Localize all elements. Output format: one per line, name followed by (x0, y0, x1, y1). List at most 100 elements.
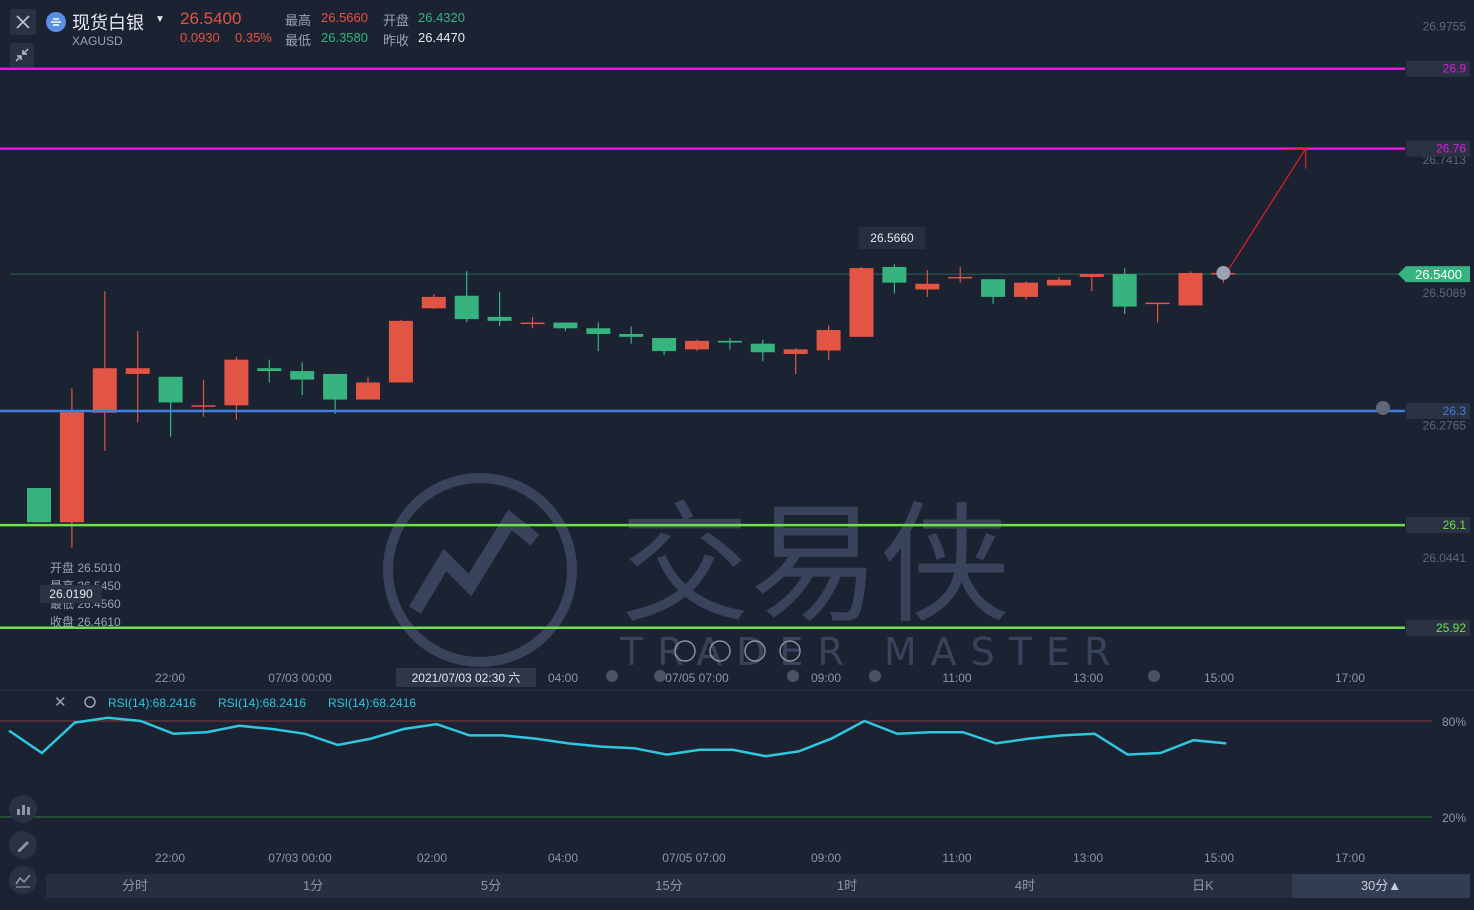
prev-close-value: 26.4470 (418, 30, 465, 45)
x-tick-label: 09:00 (811, 671, 841, 685)
collapse-button[interactable] (10, 43, 34, 67)
crosshair-time-label: 2021/07/03 02:30 六 (412, 671, 521, 685)
tab-fenshi[interactable]: 分时 (46, 874, 224, 898)
candle-body[interactable] (849, 268, 874, 337)
level-label: 25.92 (1436, 621, 1466, 635)
candle-body[interactable] (323, 373, 348, 400)
candle-body[interactable] (125, 368, 150, 374)
rsi-x-tick-label: 22:00 (155, 851, 185, 865)
price-change: 0.0930 (180, 30, 220, 45)
candle-body[interactable] (421, 296, 446, 309)
tab-15min[interactable]: 15分 (580, 874, 758, 898)
candle-body[interactable] (27, 488, 51, 523)
candle-body[interactable] (59, 412, 84, 523)
candle-body[interactable] (685, 340, 709, 350)
indicator-tool-button[interactable] (9, 795, 37, 823)
rsi-x-tick-label: 09:00 (811, 851, 841, 865)
max-price-label: 26.5660 (870, 231, 914, 245)
candle-body[interactable] (158, 376, 183, 403)
candle-body[interactable] (783, 349, 808, 354)
close-icon (16, 15, 30, 29)
rsi-x-tick-label: 02:00 (417, 851, 447, 865)
x-tick-label: 07/03 00:00 (268, 671, 332, 685)
silver-logo-icon (46, 12, 66, 32)
event-marker-dot[interactable] (606, 670, 618, 682)
candle-body[interactable] (92, 368, 117, 413)
rsi-level-label: 80% (1442, 715, 1466, 729)
candle-body[interactable] (1014, 282, 1038, 297)
candle-body[interactable] (1079, 274, 1104, 277)
candle-body[interactable] (1145, 302, 1170, 305)
symbol-name[interactable]: 现货白银 (72, 9, 144, 35)
level-label: 26.3 (1443, 404, 1467, 418)
hover-ohlc-row: 收盘 26.4610 (50, 614, 121, 629)
event-marker-dot[interactable] (787, 670, 799, 682)
crosshair-price-label: 26.0190 (49, 587, 93, 601)
bell-icon[interactable] (1376, 401, 1390, 415)
candle-body[interactable] (586, 328, 611, 334)
y-tick-label: 26.5089 (1423, 286, 1467, 300)
pencil-icon (18, 841, 29, 852)
candle-body[interactable] (257, 368, 282, 372)
candle-body[interactable] (356, 382, 380, 400)
tab-1hour[interactable]: 1时 (758, 874, 936, 898)
candle-body[interactable] (948, 276, 973, 279)
candle-body[interactable] (619, 333, 644, 337)
rsi-legend-label: RSI(14):68.2416 (218, 696, 306, 710)
x-tick-label: 13:00 (1073, 671, 1103, 685)
candle-body[interactable] (290, 371, 315, 380)
alert-info-icon[interactable] (1216, 265, 1231, 280)
tab-30min[interactable]: 30分▲ (1292, 874, 1470, 898)
candle-body[interactable] (981, 279, 1006, 297)
candle-body[interactable] (750, 343, 775, 353)
tab-1min[interactable]: 1分 (224, 874, 402, 898)
x-tick-label: 22:00 (155, 671, 185, 685)
chevron-down-icon[interactable]: ▼ (155, 14, 165, 25)
candle-body[interactable] (520, 322, 545, 325)
rsi-x-tick-label: 07/05 07:00 (662, 851, 726, 865)
candle-body[interactable] (652, 337, 677, 352)
candle-body[interactable] (388, 320, 413, 383)
close-button[interactable] (10, 9, 36, 35)
candle-body[interactable] (816, 329, 841, 351)
chart-root: 交易侠 TRADER MASTER 26.9755 26.7413 26.5089 26.… (0, 0, 1474, 905)
rsi-close-icon[interactable]: ✕ (54, 694, 67, 711)
draw-tool-button[interactable] (9, 831, 37, 859)
candle-body[interactable] (1178, 272, 1203, 306)
y-tick-label: 26.0441 (1423, 551, 1467, 565)
candle-body[interactable] (454, 295, 479, 320)
candle-body[interactable] (191, 405, 216, 407)
collapse-icon (15, 48, 29, 62)
rsi-x-tick-label: 13:00 (1073, 851, 1103, 865)
symbol-code: XAGUSD (72, 34, 123, 48)
candle-body[interactable] (717, 340, 742, 343)
candle-body[interactable] (915, 283, 940, 290)
hover-ohlc-row: 开盘 26.5010 (50, 560, 121, 575)
low-value: 26.3580 (321, 30, 368, 45)
candle-body[interactable] (1046, 279, 1071, 286)
x-tick-label: 11:00 (942, 671, 971, 685)
candle-body[interactable] (487, 316, 512, 321)
tab-4hour[interactable]: 4时 (936, 874, 1114, 898)
level-label: 26.9 (1443, 62, 1467, 76)
y-tick-label: 26.9755 (1423, 20, 1467, 34)
candlestick-chart-svg[interactable]: 交易侠TRADER MASTER26.975526.741326.508926.… (0, 0, 1474, 905)
event-marker-dot[interactable] (869, 670, 881, 682)
tab-5min[interactable]: 5分 (402, 874, 580, 898)
candle-body[interactable] (1112, 274, 1137, 307)
tab-daily[interactable]: 日K (1114, 874, 1292, 898)
candle-body[interactable] (882, 266, 907, 283)
candle-body[interactable] (224, 359, 249, 406)
event-marker-dot[interactable] (1148, 670, 1160, 682)
x-tick-label: 04:00 (548, 671, 578, 685)
rsi-x-tick-label: 04:00 (548, 851, 578, 865)
event-marker-dot[interactable] (654, 670, 666, 682)
prev-close-label: 昨收 (383, 33, 410, 48)
y-tick-label: 26.2765 (1423, 418, 1467, 432)
x-tick-label: 15:00 (1204, 671, 1234, 685)
candle-body[interactable] (553, 322, 578, 329)
rsi-x-tick-label: 17:00 (1335, 851, 1365, 865)
rsi-legend-label: RSI(14):68.2416 (108, 696, 196, 710)
line-tool-button[interactable] (9, 866, 37, 894)
x-tick-label: 07/05 07:00 (665, 671, 729, 685)
